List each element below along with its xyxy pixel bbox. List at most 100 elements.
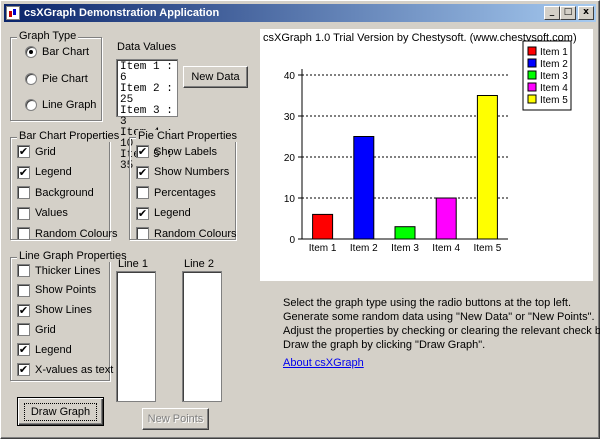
checkbox-indicator[interactable]: ✔ — [17, 343, 30, 357]
line-props-checkbox-2[interactable]: ✔ Show Lines — [17, 303, 92, 317]
title-bar[interactable]: csXGraph Demonstration Application _ □ x — [4, 4, 596, 22]
bar-props-legend: Bar Chart Properties — [17, 130, 122, 142]
checkbox-indicator[interactable]: ✔ — [17, 165, 30, 179]
instruction-line-3: Adjust the properties by checking or cle… — [283, 325, 600, 337]
radio-pie-chart-label: Pie Chart — [42, 73, 88, 85]
line-props-legend: Line Graph Properties — [17, 250, 129, 262]
new-data-button[interactable]: New Data — [183, 66, 248, 88]
draw-graph-button-label: Draw Graph — [23, 402, 98, 421]
bar-props-checkbox-4[interactable]: Random Colours — [17, 227, 118, 240]
checkbox-label: Background — [35, 186, 94, 199]
line-props-checkbox-4[interactable]: ✔ Legend — [17, 343, 72, 357]
minimize-button[interactable]: _ — [544, 6, 560, 20]
about-link[interactable]: About csXGraph — [283, 357, 364, 369]
checkbox-label: Grid — [35, 145, 56, 158]
legend-entry: Item 5 — [540, 95, 568, 106]
checkbox-label: Show Numbers — [154, 166, 230, 178]
x-tick-label: Item 3 — [391, 243, 419, 254]
checkbox-label: Show Lines — [35, 304, 92, 317]
legend-entry: Item 1 — [540, 47, 568, 58]
chart-area: csXGraph 1.0 Trial Version by Chestysoft… — [260, 29, 593, 281]
data-values-list[interactable]: Item 1 : 6 Item 2 : 25 Item 3 : 3 Item 4… — [116, 59, 178, 172]
line-props-checkbox-0[interactable]: Thicker Lines — [17, 264, 100, 277]
checkbox-indicator[interactable]: ✔ — [136, 206, 149, 220]
bar-chart: csXGraph 1.0 Trial Version by Chestysoft… — [263, 32, 577, 254]
pie-props-checkbox-3[interactable]: ✔ Legend — [136, 206, 191, 220]
checkbox-label: Thicker Lines — [35, 264, 101, 277]
checkbox-indicator[interactable] — [17, 323, 30, 337]
checkbox-indicator[interactable] — [17, 227, 30, 240]
checkbox-label: Values — [35, 207, 68, 219]
bar-props-checkbox-3[interactable]: Values — [17, 206, 68, 220]
pie-props-checkbox-1[interactable]: ✔ Show Numbers — [136, 165, 230, 179]
y-tick-label: 10 — [284, 194, 296, 205]
line-props-checkbox-5[interactable]: ✔ X-values as text — [17, 363, 113, 376]
checkbox-indicator[interactable] — [136, 227, 149, 240]
bar-1 — [312, 213, 334, 240]
checkbox-label: Random Colours — [154, 227, 237, 240]
x-tick-label: Item 2 — [350, 243, 378, 254]
x-tick-label: Item 4 — [432, 243, 460, 254]
checkbox-indicator[interactable] — [136, 186, 149, 199]
legend-swatch — [527, 94, 537, 104]
app-icon — [6, 6, 20, 20]
checkbox-indicator[interactable]: ✔ — [136, 145, 149, 158]
bar-props-checkbox-0[interactable]: ✔ Grid — [17, 145, 56, 158]
main-window: csXGraph Demonstration Application _ □ x… — [0, 0, 600, 439]
close-button[interactable]: x — [578, 6, 594, 20]
line-props-checkbox-3[interactable]: Grid — [17, 323, 56, 337]
legend-swatch — [527, 58, 537, 68]
checkbox-label: Legend — [35, 343, 72, 356]
line2-list[interactable] — [182, 271, 222, 402]
legend-entry: Item 3 — [540, 71, 568, 82]
checkbox-label: Legend — [154, 207, 191, 219]
y-tick-label: 30 — [284, 112, 296, 123]
checkbox-indicator[interactable]: ✔ — [17, 145, 30, 158]
maximize-button[interactable]: □ — [560, 6, 576, 20]
list-item: Item 3 : 3 — [120, 105, 173, 128]
draw-graph-button[interactable]: Draw Graph — [17, 397, 104, 426]
bar-5 — [476, 95, 498, 240]
radio-line-graph-indicator[interactable] — [25, 99, 37, 111]
checkbox-indicator[interactable] — [17, 283, 30, 297]
data-values-label: Data Values — [117, 41, 177, 53]
line2-label: Line 2 — [184, 258, 214, 270]
pie-props-legend: Pie Chart Properties — [136, 130, 240, 142]
line-props-checkbox-1[interactable]: Show Points — [17, 283, 96, 297]
checkbox-indicator[interactable]: ✔ — [17, 363, 30, 376]
legend-swatch — [527, 82, 537, 92]
legend-entry: Item 2 — [540, 59, 568, 70]
radio-pie-chart[interactable]: Pie Chart — [25, 73, 88, 85]
checkbox-indicator[interactable]: ✔ — [136, 165, 149, 179]
radio-line-graph-label: Line Graph — [42, 99, 97, 111]
instruction-line-4: Draw the graph by clicking "Draw Graph". — [283, 339, 486, 351]
checkbox-indicator[interactable]: ✔ — [17, 303, 30, 317]
pie-props-checkbox-2[interactable]: Percentages — [136, 186, 216, 199]
window-title: csXGraph Demonstration Application — [24, 7, 220, 19]
bar-props-checkbox-2[interactable]: Background — [17, 186, 94, 199]
y-tick-label: 0 — [289, 235, 295, 246]
line1-list[interactable] — [116, 271, 156, 402]
pie-props-checkbox-4[interactable]: Random Colours — [136, 227, 237, 240]
list-item: Item 1 : 6 — [120, 61, 173, 84]
bar-2 — [353, 136, 375, 240]
bar-props-checkbox-1[interactable]: ✔ Legend — [17, 165, 72, 179]
graph-type-legend: Graph Type — [17, 30, 79, 42]
checkbox-indicator[interactable] — [17, 186, 30, 199]
legend-swatch — [527, 70, 537, 80]
checkbox-label: Legend — [35, 166, 72, 178]
radio-pie-chart-indicator[interactable] — [25, 73, 37, 85]
x-tick-label: Item 1 — [309, 243, 337, 254]
y-tick-label: 20 — [284, 153, 296, 164]
instruction-line-2: Generate some random data using "New Dat… — [283, 311, 595, 323]
radio-line-graph[interactable]: Line Graph — [25, 99, 96, 111]
checkbox-label: X-values as text — [35, 363, 114, 376]
checkbox-indicator[interactable] — [17, 264, 30, 277]
bar-4 — [435, 197, 457, 240]
checkbox-indicator[interactable] — [17, 206, 30, 220]
instruction-line-1: Select the graph type using the radio bu… — [283, 297, 572, 309]
radio-bar-chart[interactable]: Bar Chart — [25, 46, 89, 58]
new-points-button[interactable]: New Points — [142, 408, 209, 430]
pie-props-checkbox-0[interactable]: ✔ Show Labels — [136, 145, 217, 158]
radio-bar-chart-indicator[interactable] — [25, 46, 37, 58]
